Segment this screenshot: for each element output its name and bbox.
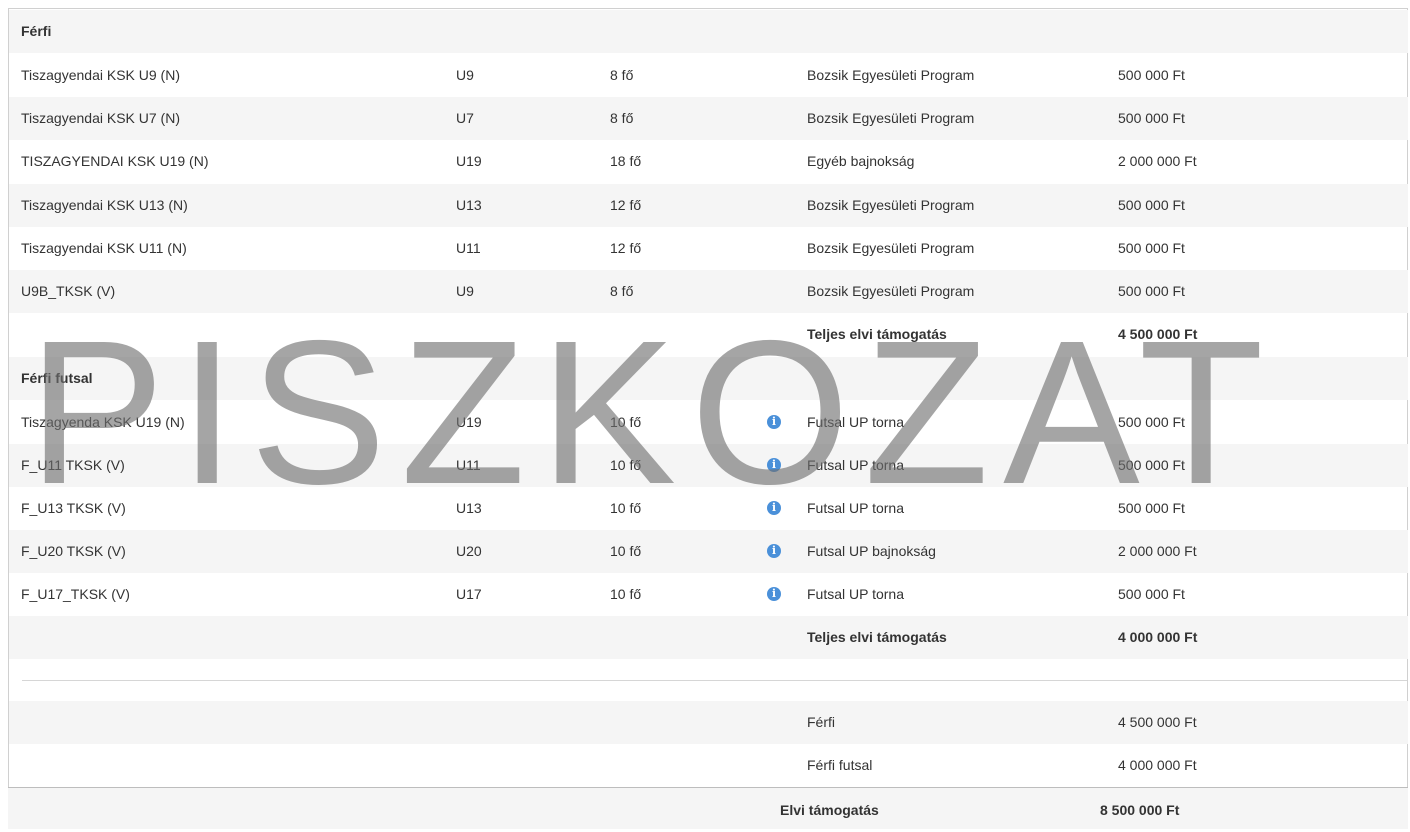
competition: Bozsik Egyesületi Program bbox=[807, 67, 975, 83]
table-row: F_U17_TKSK (V) U17 10 fő i Futsal UP tor… bbox=[9, 573, 1408, 616]
player-count: 8 fő bbox=[610, 110, 634, 126]
section-title: Férfi bbox=[21, 23, 52, 39]
summary-amount: 4 500 000 Ft bbox=[1118, 714, 1197, 730]
player-count: 12 fő bbox=[610, 197, 642, 213]
player-count: 10 fő bbox=[610, 457, 642, 473]
competition: Egyéb bajnokság bbox=[807, 153, 915, 169]
table-row: Tiszagyendai KSK U13 (N) U13 12 fő Bozsi… bbox=[9, 184, 1408, 227]
summary-label: Férfi bbox=[807, 714, 835, 730]
age-group: U13 bbox=[456, 197, 482, 213]
total-amount: 4 000 000 Ft bbox=[1118, 629, 1198, 645]
team-name: Tiszagyendai KSK U13 (N) bbox=[21, 197, 188, 213]
summary-label: Férfi futsal bbox=[807, 757, 873, 773]
team-name: Tiszagyendai KSK U11 (N) bbox=[21, 240, 187, 256]
competition: Futsal UP torna bbox=[807, 500, 905, 516]
player-count: 10 fő bbox=[610, 543, 642, 559]
player-count: 18 fő bbox=[610, 153, 642, 169]
competition: Bozsik Egyesületi Program bbox=[807, 197, 975, 213]
player-count: 10 fő bbox=[610, 586, 642, 602]
competition: Bozsik Egyesületi Program bbox=[807, 110, 975, 126]
age-group: U20 bbox=[456, 543, 482, 559]
team-name: Tiszagyenda KSK U19 (N) bbox=[21, 414, 185, 430]
team-name: TISZAGYENDAI KSK U19 (N) bbox=[21, 153, 209, 169]
total-label: Teljes elvi támogatás bbox=[807, 629, 947, 645]
team-name: F_U20 TKSK (V) bbox=[21, 543, 126, 559]
grand-total-label: Elvi támogatás bbox=[780, 802, 879, 818]
grand-total-row: Elvi támogatás 8 500 000 Ft bbox=[8, 787, 1408, 829]
table-row: U9B_TKSK (V) U9 8 fő Bozsik Egyesületi P… bbox=[9, 270, 1408, 313]
amount: 2 000 000 Ft bbox=[1118, 543, 1197, 559]
section-header-ferfi-futsal: Férfi futsal bbox=[9, 357, 1408, 400]
table-row: Tiszagyendai KSK U7 (N) U7 8 fő Bozsik E… bbox=[9, 97, 1408, 140]
competition: Bozsik Egyesületi Program bbox=[807, 283, 975, 299]
total-amount: 4 500 000 Ft bbox=[1118, 326, 1198, 342]
table-row: Tiszagyendai KSK U9 (N) U9 8 fő Bozsik E… bbox=[9, 54, 1408, 97]
competition: Futsal UP torna bbox=[807, 457, 905, 473]
age-group: U9 bbox=[456, 67, 474, 83]
player-count: 10 fő bbox=[610, 414, 642, 430]
competition: Futsal UP bajnokság bbox=[807, 543, 936, 559]
amount: 500 000 Ft bbox=[1118, 240, 1185, 256]
amount: 500 000 Ft bbox=[1118, 283, 1185, 299]
age-group: U19 bbox=[456, 153, 482, 169]
team-name: U9B_TKSK (V) bbox=[21, 283, 116, 299]
total-label: Teljes elvi támogatás bbox=[807, 326, 947, 342]
player-count: 8 fő bbox=[610, 283, 634, 299]
table-row: F_U13 TKSK (V) U13 10 fő i Futsal UP tor… bbox=[9, 487, 1408, 530]
table-row: TISZAGYENDAI KSK U19 (N) U19 18 fő Egyéb… bbox=[9, 140, 1408, 183]
info-icon[interactable]: i bbox=[767, 573, 781, 616]
competition: Bozsik Egyesületi Program bbox=[807, 240, 975, 256]
team-name: Tiszagyendai KSK U9 (N) bbox=[21, 67, 180, 83]
age-group: U19 bbox=[456, 414, 482, 430]
table-row: F_U11 TKSK (V) U11 10 fő i Futsal UP tor… bbox=[9, 444, 1408, 487]
amount: 500 000 Ft bbox=[1118, 197, 1185, 213]
summary-amount: 4 000 000 Ft bbox=[1118, 757, 1197, 773]
info-icon[interactable]: i bbox=[767, 401, 781, 444]
team-name: F_U17_TKSK (V) bbox=[21, 586, 130, 602]
age-group: U11 bbox=[456, 457, 481, 473]
info-icon[interactable]: i bbox=[767, 444, 781, 487]
competition: Futsal UP torna bbox=[807, 414, 905, 430]
age-group: U11 bbox=[456, 240, 481, 256]
age-group: U13 bbox=[456, 500, 482, 516]
age-group: U9 bbox=[456, 283, 474, 299]
summary-divider bbox=[22, 680, 1407, 681]
amount: 500 000 Ft bbox=[1118, 414, 1185, 430]
age-group: U17 bbox=[456, 586, 482, 602]
age-group: U7 bbox=[456, 110, 474, 126]
amount: 500 000 Ft bbox=[1118, 67, 1185, 83]
table-row: F_U20 TKSK (V) U20 10 fő i Futsal UP baj… bbox=[9, 530, 1408, 573]
player-count: 10 fő bbox=[610, 500, 642, 516]
amount: 500 000 Ft bbox=[1118, 110, 1185, 126]
summary-row: Férfi 4 500 000 Ft bbox=[9, 701, 1408, 744]
amount: 500 000 Ft bbox=[1118, 457, 1185, 473]
competition: Futsal UP torna bbox=[807, 586, 905, 602]
amount: 500 000 Ft bbox=[1118, 500, 1185, 516]
section-total-row: Teljes elvi támogatás 4 500 000 Ft bbox=[9, 313, 1408, 356]
player-count: 12 fő bbox=[610, 240, 642, 256]
info-icon[interactable]: i bbox=[767, 487, 781, 530]
player-count: 8 fő bbox=[610, 67, 634, 83]
team-name: Tiszagyendai KSK U7 (N) bbox=[21, 110, 180, 126]
section-header-ferfi: Férfi bbox=[9, 10, 1408, 53]
section-total-row: Teljes elvi támogatás 4 000 000 Ft bbox=[9, 616, 1408, 659]
amount: 2 000 000 Ft bbox=[1118, 153, 1197, 169]
table-row: Tiszagyenda KSK U19 (N) U19 10 fő i Futs… bbox=[9, 401, 1408, 444]
grand-total-amount: 8 500 000 Ft bbox=[1100, 802, 1180, 818]
team-name: F_U13 TKSK (V) bbox=[21, 500, 126, 516]
section-title: Férfi futsal bbox=[21, 370, 93, 386]
summary-row: Férfi futsal 4 000 000 Ft bbox=[9, 744, 1408, 787]
info-icon[interactable]: i bbox=[767, 530, 781, 573]
table-row: Tiszagyendai KSK U11 (N) U11 12 fő Bozsi… bbox=[9, 227, 1408, 270]
amount: 500 000 Ft bbox=[1118, 586, 1185, 602]
team-name: F_U11 TKSK (V) bbox=[21, 457, 125, 473]
